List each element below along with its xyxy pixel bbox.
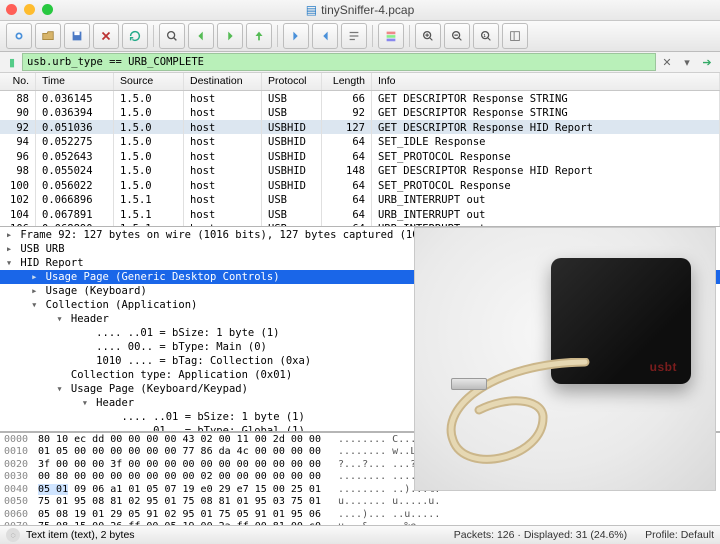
hex-row[interactable]: 005075 01 95 08 81 02 95 01 75 08 81 01 … — [4, 496, 716, 509]
save-button[interactable] — [64, 23, 90, 49]
window-controls — [6, 4, 53, 15]
status-profile[interactable]: Profile: Default — [645, 529, 714, 541]
zoom-reset-button[interactable]: 1 — [473, 23, 499, 49]
bookmark-filter-icon[interactable]: ▮ — [4, 54, 20, 70]
col-info[interactable]: Info — [372, 73, 720, 90]
status-hint: Text item (text), 2 bytes — [26, 529, 135, 541]
packet-list-header: No. Time Source Destination Protocol Len… — [0, 73, 720, 91]
open-button[interactable] — [35, 23, 61, 49]
usb-plug — [451, 378, 487, 390]
packet-row[interactable]: 1000.0560221.5.0hostUSBHID64SET_PROTOCOL… — [0, 178, 720, 193]
packet-list[interactable]: No. Time Source Destination Protocol Len… — [0, 73, 720, 227]
col-time[interactable]: Time — [36, 73, 114, 90]
col-no[interactable]: No. — [0, 73, 36, 90]
interfaces-button[interactable] — [6, 23, 32, 49]
col-source[interactable]: Source — [114, 73, 184, 90]
window-title: tinySniffer-4.pcap — [321, 3, 414, 17]
col-length[interactable]: Length — [322, 73, 372, 90]
prev-button[interactable] — [188, 23, 214, 49]
col-protocol[interactable]: Protocol — [262, 73, 322, 90]
goto-last-button[interactable] — [312, 23, 338, 49]
packet-row[interactable]: 960.0526431.5.0hostUSBHID64SET_PROTOCOL … — [0, 149, 720, 164]
usb-device: usbt — [551, 258, 691, 384]
toolbar: 1 — [0, 21, 720, 53]
jump-button[interactable] — [246, 23, 272, 49]
close-file-button[interactable] — [93, 23, 119, 49]
apply-filter-icon[interactable]: ➔ — [698, 53, 716, 71]
filter-bar: ▮ ✕ ▾ ➔ — [0, 52, 720, 73]
packet-row[interactable]: 920.0510361.5.0hostUSBHID127GET DESCRIPT… — [0, 120, 720, 135]
resize-columns-button[interactable] — [502, 23, 528, 49]
goto-first-button[interactable] — [283, 23, 309, 49]
status-packets: Packets: 126 · Displayed: 31 (24.6%) — [454, 529, 627, 541]
clear-filter-icon[interactable]: ✕ — [658, 53, 676, 71]
device-logo: usbt — [650, 360, 677, 374]
document-icon: ▤ — [306, 3, 317, 17]
packet-row[interactable]: 1020.0668961.5.1hostUSB64URB_INTERRUPT o… — [0, 192, 720, 207]
packet-row[interactable]: 940.0522751.5.0hostUSBHID64SET_IDLE Resp… — [0, 134, 720, 149]
zoom-out-button[interactable] — [444, 23, 470, 49]
next-button[interactable] — [217, 23, 243, 49]
expert-info-icon[interactable]: ◌ — [6, 528, 20, 542]
colorize-button[interactable] — [378, 23, 404, 49]
packet-row[interactable]: 1040.0678911.5.1hostUSB64URB_INTERRUPT o… — [0, 207, 720, 222]
packet-row[interactable]: 880.0361451.5.0hostUSB66GET DESCRIPTOR R… — [0, 91, 720, 106]
filter-dropdown-icon[interactable]: ▾ — [678, 53, 696, 71]
display-filter-input[interactable] — [22, 53, 656, 71]
close-button[interactable] — [6, 4, 17, 15]
minimize-button[interactable] — [24, 4, 35, 15]
titlebar: ▤ tinySniffer-4.pcap — [0, 0, 720, 21]
status-bar: ◌ Text item (text), 2 bytes Packets: 126… — [0, 525, 720, 544]
col-destination[interactable]: Destination — [184, 73, 262, 90]
svg-text:1: 1 — [483, 33, 486, 38]
zoom-in-button[interactable] — [415, 23, 441, 49]
packet-row[interactable]: 980.0550241.5.0hostUSBHID148GET DESCRIPT… — [0, 163, 720, 178]
autoscroll-button[interactable] — [341, 23, 367, 49]
hex-row[interactable]: 007075 08 15 00 26 ff 00 05 19 00 2a ff … — [4, 521, 716, 525]
maximize-button[interactable] — [42, 4, 53, 15]
reload-button[interactable] — [122, 23, 148, 49]
packet-row[interactable]: 900.0363941.5.0hostUSB92GET DESCRIPTOR R… — [0, 105, 720, 120]
find-button[interactable] — [159, 23, 185, 49]
hex-row[interactable]: 006005 08 19 01 29 05 91 02 95 01 75 05 … — [4, 509, 716, 522]
embedded-photo: usbt — [414, 227, 716, 491]
